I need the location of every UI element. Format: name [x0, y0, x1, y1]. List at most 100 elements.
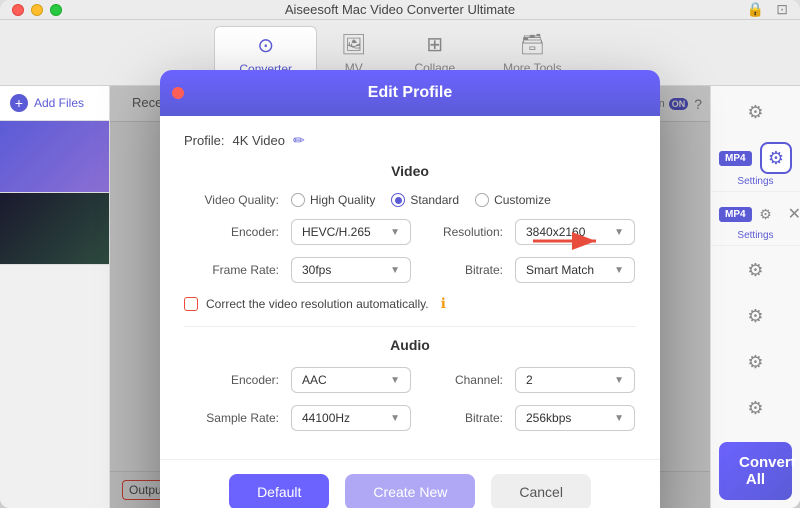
framerate-arrow: ▼: [390, 265, 400, 276]
add-files-label: Add Files: [34, 96, 84, 110]
create-new-button[interactable]: Create New: [345, 474, 475, 508]
quality-customize[interactable]: Customize: [475, 193, 551, 207]
gear-button-top[interactable]: ⚙: [736, 92, 776, 132]
plus-icon: +: [10, 94, 28, 112]
quality-standard[interactable]: Standard: [391, 193, 459, 207]
framerate-value: 30fps: [302, 263, 331, 277]
section-divider: [184, 326, 636, 327]
profile-value: 4K Video: [232, 133, 285, 148]
video-quality-radio-group: High Quality Standard Customize: [291, 193, 551, 207]
close-entry-2[interactable]: ✕: [788, 204, 800, 224]
audio-bitrate-label: Bitrate:: [423, 411, 503, 425]
auto-resolution-checkbox[interactable]: [184, 297, 198, 311]
samplerate-value: 44100Hz: [302, 411, 350, 425]
audio-encoder-value: AAC: [302, 373, 327, 387]
audio-encoder-channel-row: Encoder: AAC ▼ Channel: 2 ▼: [184, 367, 636, 393]
modal-title: Edit Profile: [174, 84, 646, 102]
radio-customize[interactable]: [475, 193, 489, 207]
edit-profile-modal: Edit Profile Profile: 4K Video ✏ Video: [160, 70, 660, 508]
profile-label: Profile:: [184, 133, 224, 148]
audio-encoder-select[interactable]: AAC ▼: [291, 367, 411, 393]
radio-high[interactable]: [291, 193, 305, 207]
channel-select[interactable]: 2 ▼: [515, 367, 635, 393]
quality-customize-label: Customize: [494, 193, 551, 207]
format-badge-1: MP4: [719, 151, 752, 166]
convert-all-button[interactable]: Convert All: [719, 442, 792, 500]
encoder-value: HEVC/H.265: [302, 225, 371, 239]
window-title: Aiseesoft Mac Video Converter Ultimate: [285, 2, 515, 17]
samplerate-audiobitrate-row: Sample Rate: 44100Hz ▼ Bitrate: 256kbps …: [184, 405, 636, 431]
audio-encoder-arrow: ▼: [390, 375, 400, 386]
center-area: Recently Used Video Audio Device 🔍 tion …: [110, 86, 710, 508]
gear-button-4[interactable]: ⚙: [736, 296, 776, 336]
thumbnail-2[interactable]: [0, 193, 109, 265]
modal-footer: Default Create New Cancel: [160, 459, 660, 508]
red-arrow-annotation: [528, 226, 608, 261]
encoder-label: Encoder:: [184, 225, 279, 239]
samplerate-select[interactable]: 44100Hz ▼: [291, 405, 411, 431]
channel-value: 2: [526, 373, 533, 387]
encoder-arrow: ▼: [390, 227, 400, 238]
gear-button-3[interactable]: ⚙: [736, 250, 776, 290]
video-quality-row: Video Quality: High Quality Standard: [184, 193, 636, 207]
encoder-select[interactable]: HEVC/H.265 ▼: [291, 219, 411, 245]
collage-icon: ⊞: [426, 32, 443, 57]
audio-bitrate-arrow: ▼: [614, 413, 624, 424]
auto-resolution-label: Correct the video resolution automatical…: [206, 297, 429, 311]
bitrate-value: Smart Match: [526, 263, 594, 277]
lock-icon: 🔒: [747, 1, 764, 18]
settings-panel: ⚙ MP4 ⚙ Settings MP4 ⚙ ✕ Settings: [710, 86, 800, 508]
video-section-title: Video: [184, 163, 636, 179]
audio-encoder-label: Encoder:: [184, 373, 279, 387]
edit-icon[interactable]: ✏: [293, 132, 305, 149]
rp-entry-2: MP4 ⚙ ✕ Settings: [711, 194, 800, 246]
modal-body: Profile: 4K Video ✏ Video Video Quality:: [160, 116, 660, 459]
framerate-select[interactable]: 30fps ▼: [291, 257, 411, 283]
profile-row: Profile: 4K Video ✏: [184, 132, 636, 149]
audio-bitrate-value: 256kbps: [526, 411, 571, 425]
modal-header: Edit Profile: [160, 70, 660, 116]
title-bar: Aiseesoft Mac Video Converter Ultimate 🔒…: [0, 0, 800, 20]
add-files-button[interactable]: + Add Files: [0, 86, 109, 121]
video-quality-label: Video Quality:: [184, 193, 279, 207]
file-list: + Add Files: [0, 86, 110, 508]
gear-button-5[interactable]: ⚙: [736, 342, 776, 382]
rp-entry-1: MP4 ⚙ Settings: [711, 136, 800, 192]
format-badge-2: MP4: [719, 207, 752, 222]
title-icons: 🔒 ⊡: [747, 1, 788, 18]
mv-icon: 🖼: [341, 32, 366, 57]
main-content: + Add Files Recently Used Video Audio: [0, 86, 800, 508]
resolution-label: Resolution:: [423, 225, 503, 239]
bitrate-label: Bitrate:: [423, 263, 503, 277]
info-icon: ⊡: [776, 1, 788, 18]
settings-link-2[interactable]: Settings: [737, 230, 773, 241]
resolution-arrow: ▼: [614, 227, 624, 238]
audio-section-title: Audio: [184, 337, 636, 353]
channel-arrow: ▼: [614, 375, 624, 386]
samplerate-arrow: ▼: [390, 413, 400, 424]
gear-button-2[interactable]: ⚙: [752, 200, 780, 228]
modal-overlay: Edit Profile Profile: 4K Video ✏ Video: [110, 86, 710, 508]
gear-button-1[interactable]: ⚙: [760, 142, 792, 174]
traffic-lights: [12, 4, 62, 16]
app-window: Aiseesoft Mac Video Converter Ultimate 🔒…: [0, 0, 800, 508]
settings-link-1[interactable]: Settings: [737, 176, 773, 187]
quality-high[interactable]: High Quality: [291, 193, 375, 207]
radio-standard[interactable]: [391, 193, 405, 207]
converter-icon: ⊙: [257, 33, 274, 58]
close-button[interactable]: [12, 4, 24, 16]
maximize-button[interactable]: [50, 4, 62, 16]
modal-close-button[interactable]: [172, 87, 184, 99]
framerate-label: Frame Rate:: [184, 263, 279, 277]
default-button[interactable]: Default: [229, 474, 329, 508]
gear-button-6[interactable]: ⚙: [736, 388, 776, 428]
bitrate-arrow: ▼: [614, 265, 624, 276]
audio-bitrate-select[interactable]: 256kbps ▼: [515, 405, 635, 431]
auto-resolution-row: Correct the video resolution automatical…: [184, 295, 636, 312]
samplerate-label: Sample Rate:: [184, 411, 279, 425]
minimize-button[interactable]: [31, 4, 43, 16]
info-circle-icon: ℹ: [441, 295, 446, 312]
more-tools-icon: 🗃: [520, 32, 545, 57]
thumbnail-1[interactable]: [0, 121, 109, 193]
cancel-button[interactable]: Cancel: [491, 474, 591, 508]
